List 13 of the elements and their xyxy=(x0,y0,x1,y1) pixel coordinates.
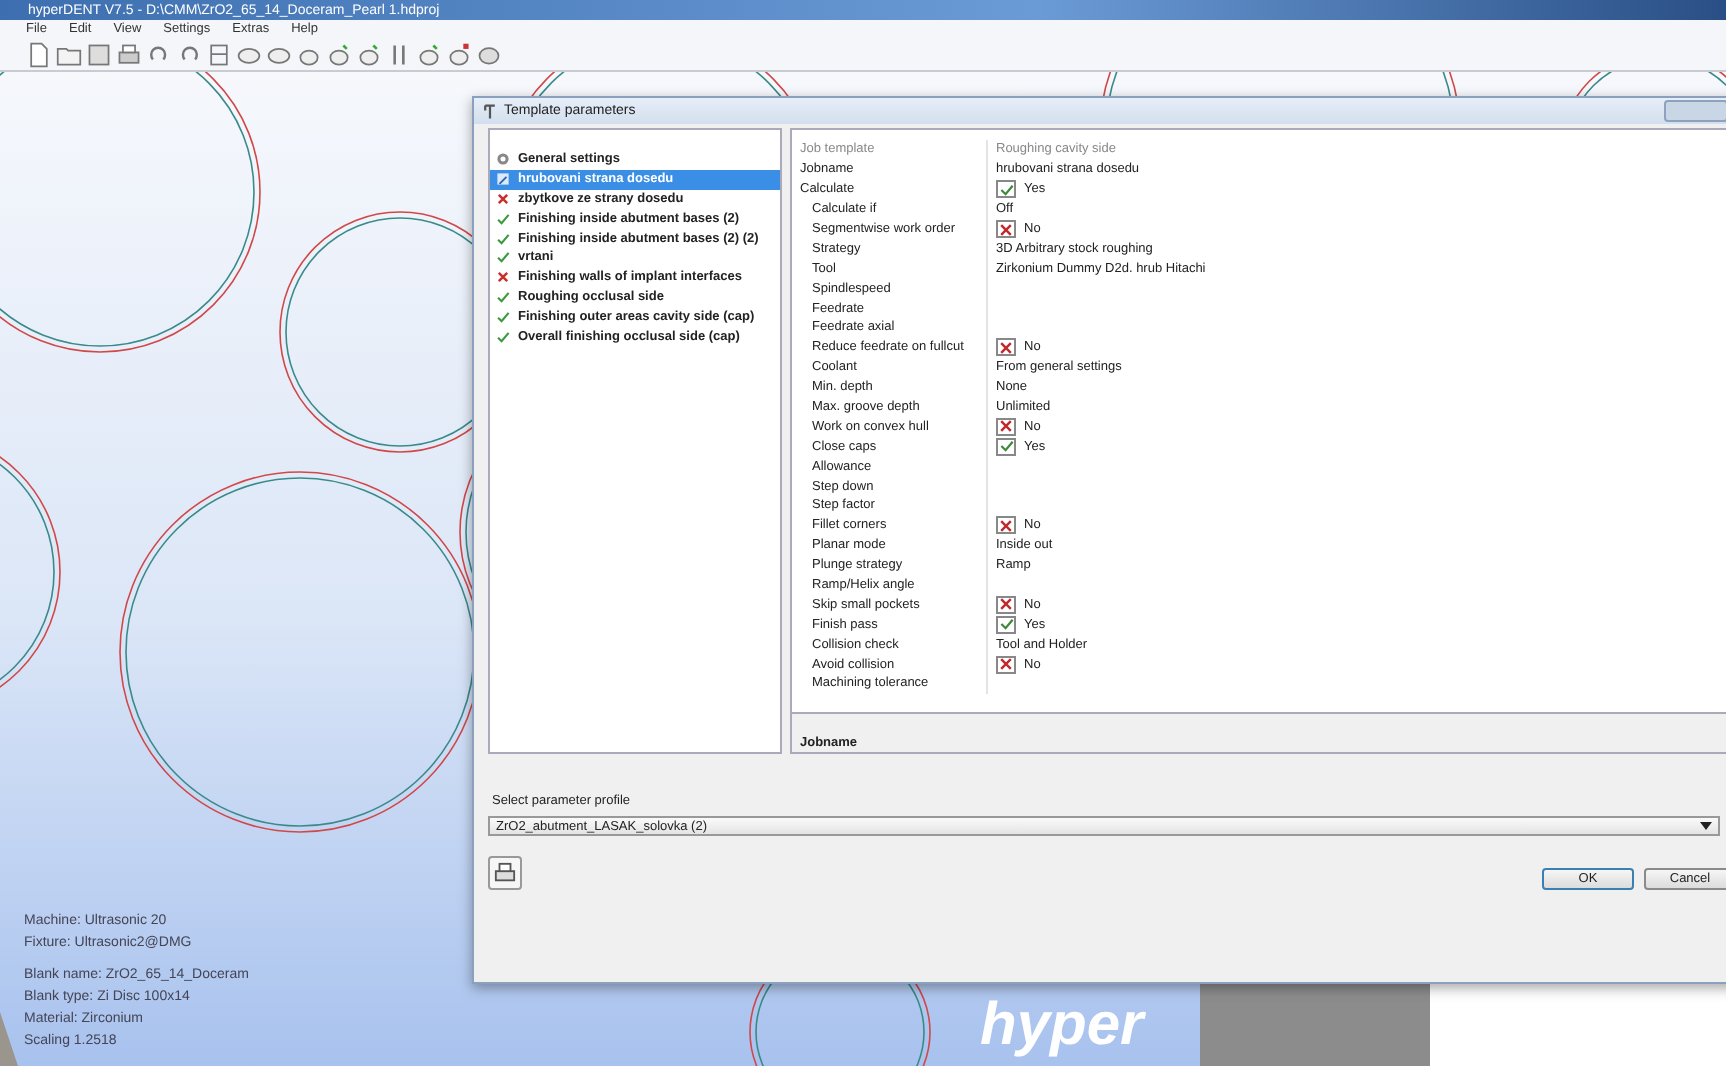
model-shadow xyxy=(0,1012,20,1066)
bowl-icon[interactable] xyxy=(476,41,502,67)
bowl-icon[interactable] xyxy=(356,41,382,67)
logo-text: hyper xyxy=(980,992,1144,1060)
print-icon[interactable] xyxy=(116,41,142,67)
grid-icon[interactable] xyxy=(206,41,232,67)
bowl-icon[interactable] xyxy=(416,41,442,67)
bowl-icon[interactable] xyxy=(446,41,472,67)
tool-icon xyxy=(482,103,498,119)
caret-icon xyxy=(1700,822,1712,830)
print-button[interactable] xyxy=(488,856,522,890)
bowl-icon[interactable] xyxy=(326,41,352,67)
save-icon[interactable] xyxy=(86,41,112,67)
